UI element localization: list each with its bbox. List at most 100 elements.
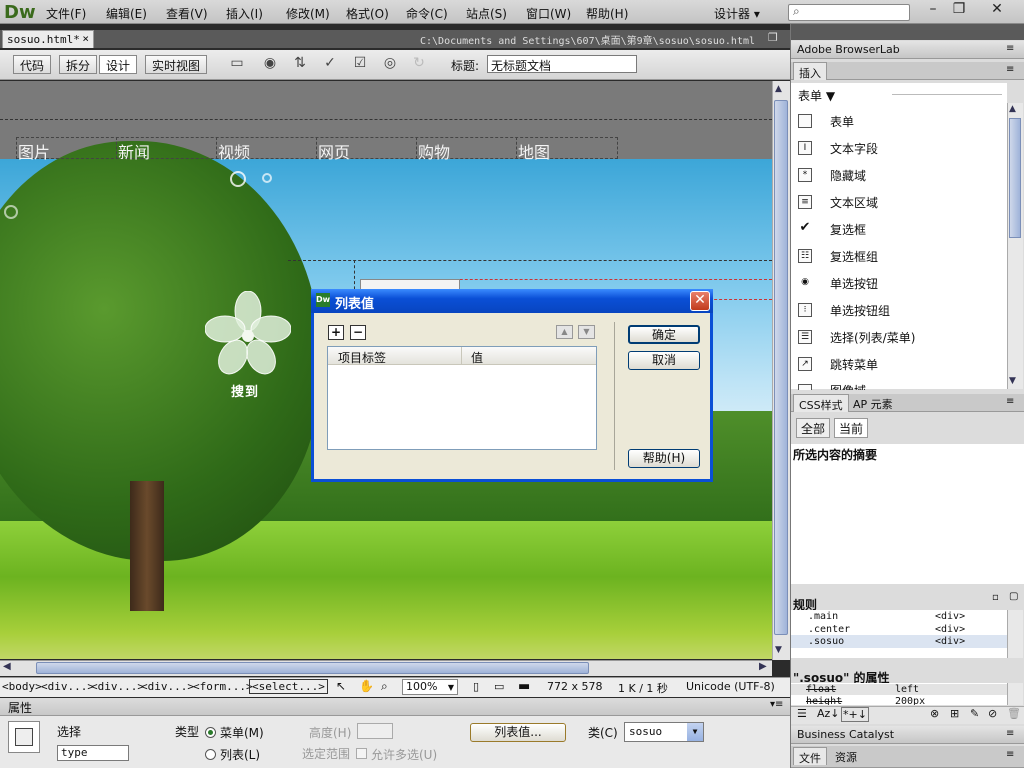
insert-jump-menu[interactable]: 跳转菜单 (830, 356, 878, 373)
new-rule-icon[interactable]: ⊞ (950, 707, 959, 720)
nav-item-shopping[interactable]: 购物 (418, 139, 450, 163)
code-view-button[interactable]: 代码 (13, 55, 52, 74)
disable-rule-icon[interactable]: ⊘ (988, 707, 997, 720)
tag-selector-body[interactable]: <body> (2, 680, 42, 693)
menu-format[interactable]: 格式(O) (346, 5, 389, 22)
scroll-left-icon[interactable]: ◀ (3, 661, 11, 672)
category-view-icon[interactable]: ☰ (797, 707, 807, 720)
file-management-icon[interactable]: ⇅ (289, 55, 311, 75)
rule-selector[interactable]: .sosuo (808, 636, 844, 647)
type-list-radio[interactable] (205, 749, 216, 760)
preview-browser-icon[interactable]: ◉ (259, 55, 281, 75)
scroll-up-icon[interactable]: ▲ (1009, 104, 1016, 114)
panel-menu-icon[interactable]: ≡ (1006, 728, 1014, 739)
menu-window[interactable]: 窗口(W) (526, 5, 571, 22)
panel-splitter[interactable] (791, 584, 1024, 594)
horizontal-scroll-thumb[interactable] (36, 662, 589, 674)
desktop-size-icon[interactable]: ▬ (518, 679, 530, 694)
scroll-right-icon[interactable]: ▶ (759, 661, 767, 672)
insert-select[interactable]: 选择(列表/菜单) (830, 329, 915, 346)
scroll-up-icon[interactable]: ▲ (775, 84, 782, 94)
insert-text-field[interactable]: 文本字段 (830, 140, 878, 157)
nav-item-web[interactable]: 网页 (318, 139, 350, 163)
panel-splitter[interactable] (791, 660, 1024, 668)
move-down-icon[interactable]: ▼ (578, 325, 595, 339)
insert-form[interactable]: 表单 (830, 113, 854, 130)
css-prop-name[interactable]: float (806, 684, 836, 695)
dialog-title-bar[interactable]: Dw 列表值 ✕ (311, 289, 713, 313)
tag-selector-div[interactable]: <div...> (41, 680, 94, 693)
design-view-button[interactable]: 设计 (99, 55, 138, 74)
panel-menu-icon[interactable]: ≡ (1006, 64, 1014, 75)
menu-file[interactable]: 文件(F) (46, 5, 86, 22)
css-prop-name[interactable]: height (806, 696, 842, 705)
search-input[interactable]: ⌕ (788, 4, 910, 21)
allow-multiple-checkbox[interactable] (356, 748, 367, 759)
minimize-icon[interactable]: – (920, 1, 946, 21)
menu-edit[interactable]: 编辑(E) (106, 5, 147, 22)
css-prop-value[interactable]: left (895, 684, 919, 695)
workspace-switcher[interactable]: 设计器 ▾ (714, 5, 760, 22)
edit-rule-icon[interactable]: ✎ (970, 707, 979, 720)
rule-selector[interactable]: .center (808, 624, 850, 635)
attach-stylesheet-icon[interactable]: ⊗ (930, 707, 939, 720)
tab-insert[interactable]: 插入 (793, 62, 827, 80)
list-values-table[interactable]: 项目标签 值 (327, 346, 597, 450)
move-up-icon[interactable]: ▲ (556, 325, 573, 339)
w3c-validation-icon[interactable]: ✓ (319, 55, 341, 75)
nav-item-images[interactable]: 图片 (18, 139, 50, 163)
add-item-button[interactable]: + (328, 325, 344, 340)
tab-ap-elements[interactable]: AP 元素 (848, 394, 898, 412)
pointer-tool-icon[interactable]: ↖ (336, 679, 346, 693)
tab-files[interactable]: 文件 (793, 747, 827, 765)
check-browser-icon[interactable]: ☑ (349, 55, 371, 75)
mobile-size-icon[interactable]: ▯ (473, 680, 479, 693)
panel-menu-icon[interactable]: ≡ (1006, 396, 1014, 407)
insert-category-select[interactable]: 表单 ▼ (798, 87, 835, 104)
cancel-button[interactable]: 取消 (628, 351, 700, 370)
select-name-field[interactable]: type (57, 745, 129, 761)
tag-selector-select[interactable]: <select...> (249, 679, 328, 694)
dialog-close-icon[interactable]: ✕ (690, 291, 710, 311)
live-view-button[interactable]: 实时视图 (145, 55, 208, 74)
document-tab[interactable]: sosuo.html* × (2, 30, 94, 48)
insert-hidden-field[interactable]: 隐藏域 (830, 167, 866, 184)
tab-css-styles[interactable]: CSS样式 (793, 394, 849, 412)
hand-tool-icon[interactable]: ✋ (359, 679, 374, 693)
vertical-scroll-thumb[interactable] (774, 100, 788, 635)
scroll-down-icon[interactable]: ▼ (1009, 376, 1016, 386)
css-mode-current[interactable]: 当前 (834, 418, 869, 438)
nav-item-video[interactable]: 视频 (218, 139, 250, 163)
menu-insert[interactable]: 插入(I) (226, 5, 263, 22)
refresh-icon[interactable]: ↻ (408, 55, 430, 75)
css-prop-value[interactable]: 200px (895, 696, 925, 705)
remove-item-button[interactable]: − (350, 325, 366, 340)
menu-help[interactable]: 帮助(H) (586, 5, 628, 22)
insert-textarea[interactable]: 文本区域 (830, 194, 878, 211)
ok-button[interactable]: 确定 (628, 325, 700, 344)
type-menu-radio[interactable] (205, 727, 216, 738)
menu-site[interactable]: 站点(S) (466, 5, 507, 22)
nav-item-news[interactable]: 新闻 (118, 139, 150, 163)
class-select[interactable]: sosuo ▼ (624, 722, 704, 742)
list-values-button[interactable]: 列表值... (470, 723, 566, 742)
nav-item-map[interactable]: 地图 (518, 139, 550, 163)
tag-selector-div[interactable]: <div...> (141, 680, 194, 693)
rules-info-icon[interactable]: ▢ (1009, 591, 1018, 602)
column-value[interactable]: 值 (471, 349, 483, 366)
tab-assets[interactable]: 资源 (830, 747, 862, 765)
height-field[interactable] (357, 723, 393, 739)
tag-selector-div[interactable]: <div...> (91, 680, 144, 693)
insert-scroll-thumb[interactable] (1009, 118, 1021, 238)
insert-radio[interactable]: 单选按钮 (830, 275, 878, 292)
menu-commands[interactable]: 命令(C) (406, 5, 448, 22)
rules-toggle-icon[interactable]: ▫ (992, 592, 999, 603)
title-field[interactable]: 无标题文档 (487, 55, 637, 73)
restore-doc-icon[interactable]: ❐ (768, 31, 778, 44)
insert-image-field[interactable]: 图像域 (830, 382, 866, 390)
tablet-size-icon[interactable]: ▭ (494, 680, 504, 693)
window-size[interactable]: 772 x 578 (547, 680, 603, 693)
zoom-select[interactable]: 100% ▼ (402, 679, 458, 695)
menu-modify[interactable]: 修改(M) (286, 5, 330, 22)
scroll-down-icon[interactable]: ▼ (775, 645, 782, 655)
